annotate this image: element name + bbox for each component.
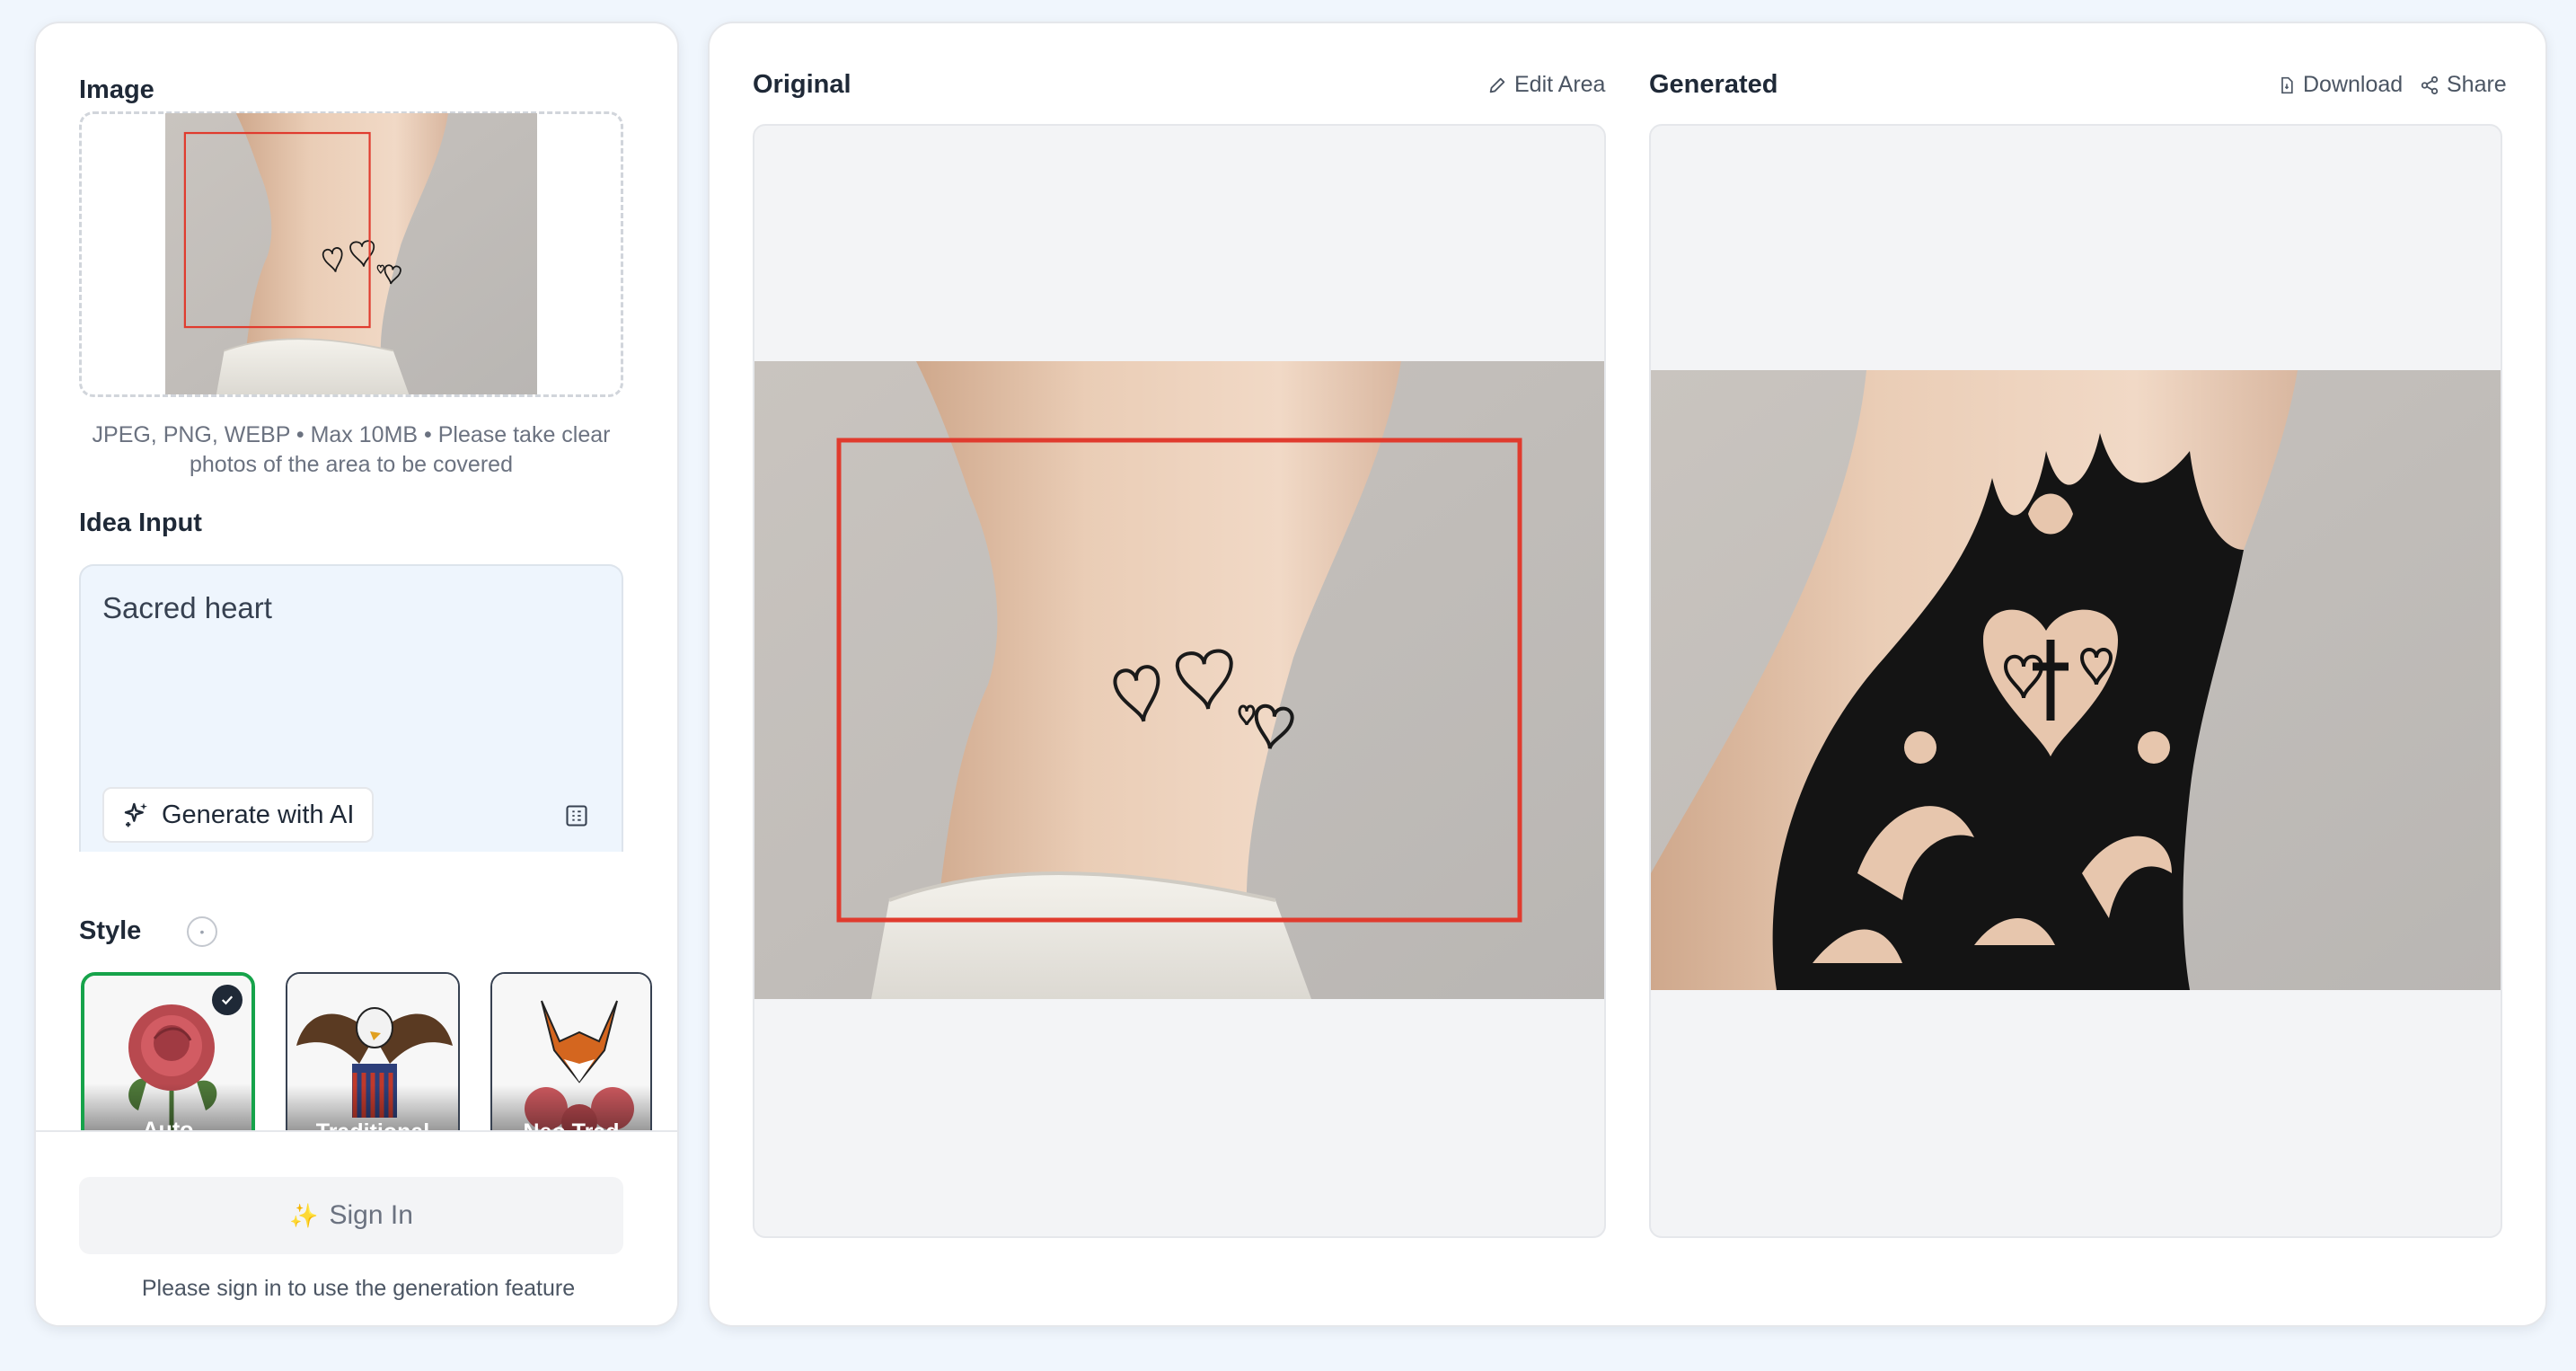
- share-label: Share: [2447, 72, 2507, 97]
- sparkles-icon: [124, 802, 147, 827]
- generate-with-ai-label: Generate with AI: [162, 800, 355, 829]
- download-label: Download: [2303, 72, 2404, 97]
- generate-with-ai-button[interactable]: Generate with AI: [102, 787, 374, 843]
- original-image-frame[interactable]: [753, 124, 1606, 1238]
- image-label: Image: [79, 75, 154, 104]
- style-card-neo-trad[interactable]: Neo Trad: [490, 972, 652, 1152]
- original-image: [754, 361, 1604, 999]
- sign-in-button[interactable]: ✨ Sign In: [79, 1177, 623, 1254]
- share-icon: [2421, 75, 2439, 94]
- idea-text[interactable]: Sacred heart: [102, 591, 272, 625]
- info-icon[interactable]: •: [187, 916, 217, 947]
- pencil-icon: [1489, 77, 1505, 93]
- upload-hint: JPEG, PNG, WEBP • Max 10MB • Please take…: [92, 422, 611, 477]
- preview-panel: Original Edit Area Generated Download Sh…: [708, 22, 2547, 1327]
- edit-area-button[interactable]: Edit Area: [1487, 72, 1605, 98]
- download-button[interactable]: Download: [2278, 72, 2403, 98]
- generated-image-frame[interactable]: [1649, 124, 2502, 1238]
- original-title: Original: [753, 70, 851, 99]
- sign-in-section: ✨ Sign In Please sign in to use the gene…: [36, 1130, 677, 1325]
- uploaded-image-thumbnail[interactable]: [165, 113, 537, 394]
- edit-area-label: Edit Area: [1514, 72, 1606, 97]
- generated-title: Generated: [1649, 70, 1778, 99]
- sparkles-icon: ✨: [289, 1201, 319, 1229]
- template-icon[interactable]: [564, 803, 589, 828]
- share-button[interactable]: Share: [2420, 72, 2507, 98]
- sign-in-label: Sign In: [329, 1200, 413, 1230]
- settings-panel: Image JPEG, PNG, WEBP • Max 10MB • Pleas…: [34, 22, 679, 1327]
- idea-textarea[interactable]: Sacred heart Generate with AI: [79, 564, 623, 852]
- sign-in-hint: Please sign in to use the generation fea…: [141, 1276, 576, 1301]
- style-card-auto[interactable]: Auto: [81, 972, 255, 1152]
- check-icon: [212, 985, 243, 1015]
- idea-input-label: Idea Input: [79, 509, 202, 537]
- file-icon: [2281, 76, 2293, 93]
- style-card-traditional[interactable]: Traditional: [286, 972, 460, 1152]
- generated-image: [1651, 370, 2501, 990]
- style-label: Style: [79, 916, 142, 945]
